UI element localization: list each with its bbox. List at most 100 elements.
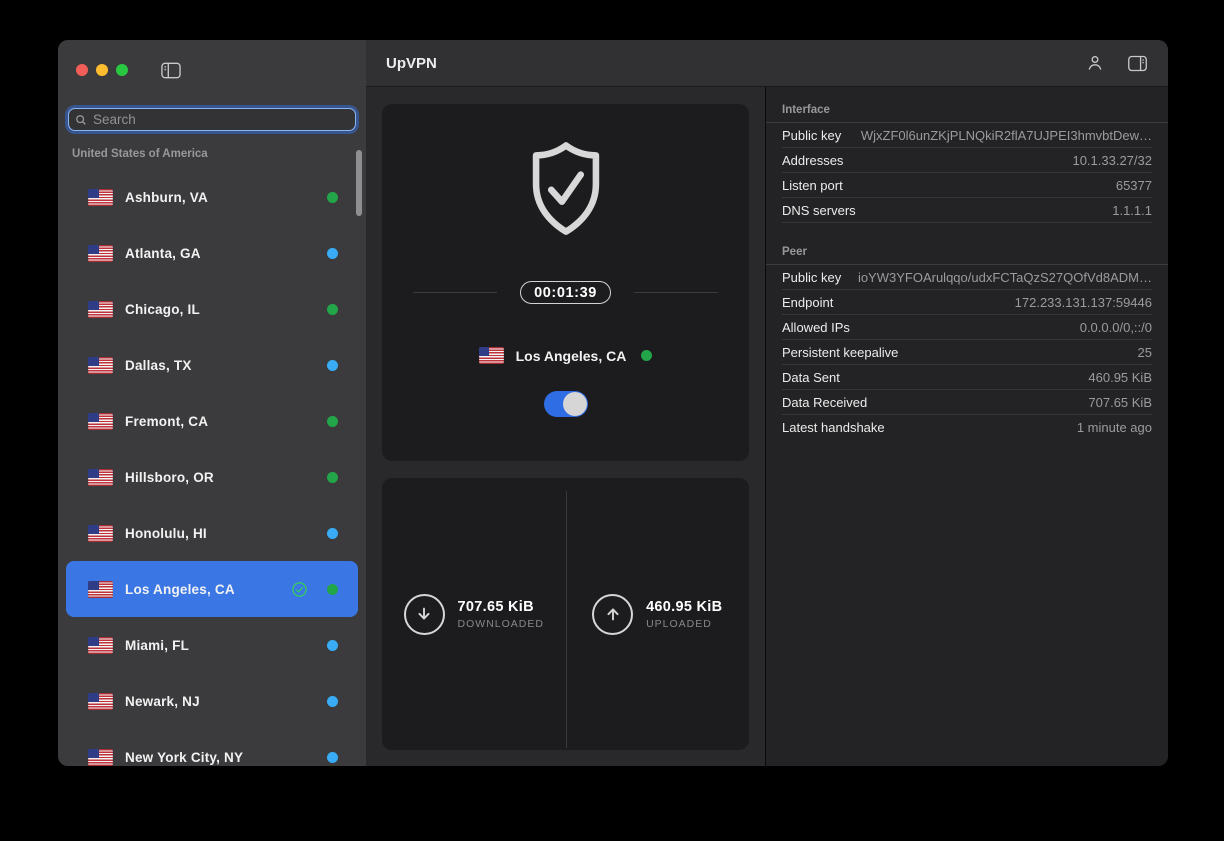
us-flag-icon [88, 357, 113, 374]
status-dot [327, 584, 338, 595]
detail-row-peer-public-key: Public key ioYW3YFOArulqqo/udxFCTaQzS27Q… [782, 265, 1152, 290]
search-field[interactable] [68, 108, 356, 131]
status-dot [327, 752, 338, 763]
uploaded-value: 460.95 KiB [646, 599, 722, 615]
toggle-knob [563, 392, 587, 416]
location-list: Ashburn, VA Atlanta, GA Chicago, IL Dall… [58, 169, 366, 766]
peer-section-header: Peer [766, 223, 1168, 265]
connected-check-icon [291, 581, 308, 598]
connected-location-label: Los Angeles, CA [516, 348, 627, 364]
us-flag-icon [88, 693, 113, 710]
location-label: Chicago, IL [125, 302, 200, 317]
uploaded-stat: 460.95 KiB UPLOADED [566, 478, 750, 750]
divider [413, 292, 497, 293]
shield-check-icon [525, 139, 607, 244]
close-window-button[interactable] [76, 64, 88, 76]
location-label: Newark, NJ [125, 694, 200, 709]
divider [634, 292, 718, 293]
us-flag-icon [88, 189, 113, 206]
titlebar: UpVPN [366, 40, 1168, 87]
toggle-sidebar-button[interactable] [160, 60, 182, 80]
location-item-atlanta[interactable]: Atlanta, GA [66, 225, 358, 281]
detail-row-addresses: Addresses 10.1.33.27/32 [782, 148, 1152, 173]
location-item-newark[interactable]: Newark, NJ [66, 673, 358, 729]
location-label: Ashburn, VA [125, 190, 208, 205]
us-flag-icon [88, 525, 113, 542]
location-item-ashburn[interactable]: Ashburn, VA [66, 169, 358, 225]
location-item-miami[interactable]: Miami, FL [66, 617, 358, 673]
vpn-toggle[interactable] [544, 391, 588, 417]
location-label: Miami, FL [125, 638, 189, 653]
detail-row-data-received: Data Received 707.65 KiB [782, 390, 1152, 415]
location-item-chicago[interactable]: Chicago, IL [66, 281, 358, 337]
location-item-hillsboro[interactable]: Hillsboro, OR [66, 449, 358, 505]
location-item-new-york-city[interactable]: New York City, NY [66, 729, 358, 766]
peer-rows: Public key ioYW3YFOArulqqo/udxFCTaQzS27Q… [766, 265, 1168, 439]
location-label: Los Angeles, CA [125, 582, 235, 597]
session-timer: 00:01:39 [520, 281, 611, 304]
location-item-los-angeles-selected[interactable]: Los Angeles, CA [66, 561, 358, 617]
minimize-window-button[interactable] [96, 64, 108, 76]
connection-card: 00:01:39 Los Angeles, CA [382, 104, 749, 461]
detail-row-dns-servers: DNS servers 1.1.1.1 [782, 198, 1152, 223]
sidebar: United States of America Ashburn, VA Atl… [58, 40, 366, 766]
detail-row-endpoint: Endpoint 172.233.131.137:59446 [782, 290, 1152, 315]
detail-row-allowed-ips: Allowed IPs 0.0.0.0/0,::/0 [782, 315, 1152, 340]
search-icon [74, 113, 88, 127]
us-flag-icon [479, 347, 504, 364]
detail-row-public-key: Public key WjxZF0l6unZKjPLNQkiR2flA7UJPE… [782, 123, 1152, 148]
location-label: Fremont, CA [125, 414, 208, 429]
app-title: UpVPN [386, 55, 437, 72]
uploaded-label: UPLOADED [646, 618, 722, 630]
toggle-details-panel-icon[interactable] [1127, 54, 1148, 73]
downloaded-value: 707.65 KiB [458, 599, 544, 615]
search-input[interactable] [91, 111, 350, 128]
location-item-fremont[interactable]: Fremont, CA [66, 393, 358, 449]
sidebar-left-icon [160, 61, 182, 80]
account-icon[interactable] [1085, 53, 1105, 73]
location-label: Hillsboro, OR [125, 470, 214, 485]
download-arrow-icon [404, 594, 445, 635]
location-item-dallas[interactable]: Dallas, TX [66, 337, 358, 393]
session-timer-row: 00:01:39 [382, 281, 749, 304]
us-flag-icon [88, 581, 113, 598]
location-item-honolulu[interactable]: Honolulu, HI [66, 505, 358, 561]
zoom-window-button[interactable] [116, 64, 128, 76]
location-label: Honolulu, HI [125, 526, 207, 541]
status-dot [327, 416, 338, 427]
detail-row-latest-handshake: Latest handshake 1 minute ago [782, 415, 1152, 439]
us-flag-icon [88, 749, 113, 766]
interface-rows: Public key WjxZF0l6unZKjPLNQkiR2flA7UJPE… [766, 123, 1168, 223]
content-area: 00:01:39 Los Angeles, CA [366, 87, 1168, 766]
upload-arrow-icon [592, 594, 633, 635]
main-area: UpVPN [366, 40, 1168, 766]
stats-card: 707.65 KiB DOWNLOADED 460.95 KiB UPLO [382, 478, 749, 750]
location-label: Atlanta, GA [125, 246, 201, 261]
country-section-header: United States of America [72, 148, 366, 160]
us-flag-icon [88, 637, 113, 654]
status-dot [641, 350, 652, 361]
interface-section-header: Interface [766, 87, 1168, 123]
status-dot [327, 696, 338, 707]
downloaded-label: DOWNLOADED [458, 618, 544, 630]
status-dot [327, 640, 338, 651]
detail-row-persistent-keepalive: Persistent keepalive 25 [782, 340, 1152, 365]
window-controls [58, 40, 366, 84]
status-dot [327, 304, 338, 315]
app-window: United States of America Ashburn, VA Atl… [58, 40, 1168, 766]
us-flag-icon [88, 469, 113, 486]
location-label: Dallas, TX [125, 358, 192, 373]
status-dot [327, 472, 338, 483]
sidebar-scrollbar[interactable] [356, 150, 362, 216]
detail-row-data-sent: Data Sent 460.95 KiB [782, 365, 1152, 390]
us-flag-icon [88, 245, 113, 262]
divider [566, 491, 567, 748]
detail-row-listen-port: Listen port 65377 [782, 173, 1152, 198]
us-flag-icon [88, 413, 113, 430]
us-flag-icon [88, 301, 113, 318]
status-dot [327, 360, 338, 371]
details-panel: Interface Public key WjxZF0l6unZKjPLNQki… [766, 87, 1168, 766]
downloaded-stat: 707.65 KiB DOWNLOADED [382, 478, 566, 750]
status-dot [327, 248, 338, 259]
location-label: New York City, NY [125, 750, 243, 765]
